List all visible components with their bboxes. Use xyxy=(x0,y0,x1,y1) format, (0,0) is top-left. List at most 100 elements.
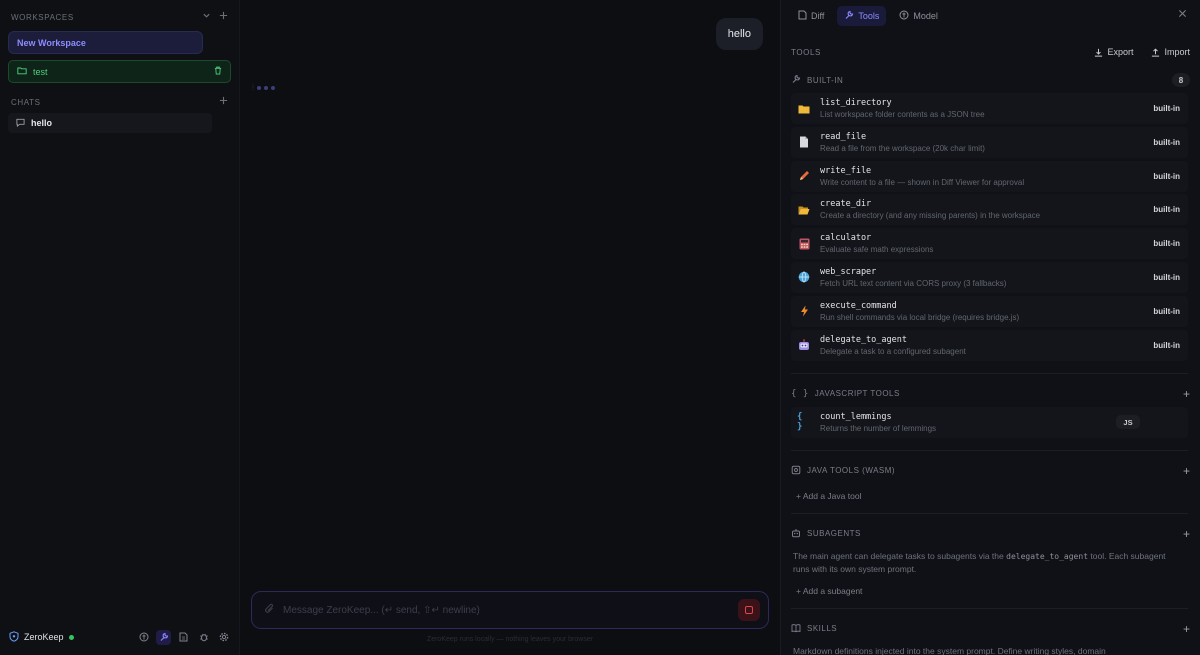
tool-type-badge: built-in xyxy=(1153,239,1180,249)
download-icon xyxy=(1094,48,1103,57)
tool-description: List workspace folder contents as a JSON… xyxy=(820,110,985,119)
disclaimer: ZeroKeep runs locally — nothing leaves y… xyxy=(426,636,594,643)
tool-description: Read a file from the workspace (20k char… xyxy=(820,143,985,153)
close-icon[interactable] xyxy=(1178,9,1187,21)
tools-panel: Diff Tools Model TOOLS Export Import BUI… xyxy=(780,0,1200,655)
tab-label: Tools xyxy=(858,11,880,21)
tab-tools[interactable]: Tools xyxy=(837,6,887,26)
trash-icon[interactable] xyxy=(214,66,222,77)
skills-description: Markdown definitions injected into the s… xyxy=(793,645,1106,655)
tool-row-web-scraper[interactable]: web_scraper Fetch URL text content via C… xyxy=(791,261,1188,293)
chat-bubble-icon xyxy=(16,118,25,129)
js-tools-group-header: { } JAVASCRIPT TOOLS + xyxy=(781,386,1200,402)
skills-label: SKILLS xyxy=(807,624,838,634)
bug-icon[interactable] xyxy=(196,630,211,645)
workspace-item[interactable]: test xyxy=(8,60,231,83)
divider xyxy=(791,372,1188,374)
tool-type-badge: built-in xyxy=(1153,205,1180,215)
tool-row-count-lemmings[interactable]: { } count_lemmings Returns the number of… xyxy=(791,406,1188,438)
tab-model[interactable]: Model xyxy=(892,6,945,26)
add-chat-icon[interactable] xyxy=(219,96,228,108)
tool-description: Fetch URL text content via CORS proxy (3… xyxy=(820,278,1007,288)
chevron-down-icon[interactable] xyxy=(202,11,211,23)
robot-icon xyxy=(797,338,811,352)
stop-button[interactable] xyxy=(738,599,760,621)
tab-diff[interactable]: Diff xyxy=(791,6,831,26)
tool-type-badge: JS xyxy=(1116,415,1140,430)
tool-description: Run shell commands via local bridge (req… xyxy=(820,312,1020,322)
new-workspace-button[interactable]: New Workspace xyxy=(8,31,203,54)
tool-description: Delegate a task to a configured subagent xyxy=(820,346,966,356)
subagents-desc-text: The main agent can delegate tasks to sub… xyxy=(793,550,1004,561)
robot-icon xyxy=(791,528,801,540)
divider xyxy=(791,449,1188,451)
footer-toolbar xyxy=(136,629,231,645)
wrench-icon[interactable] xyxy=(156,629,171,645)
folder-icon xyxy=(17,66,27,77)
builtin-count-badge: 8 xyxy=(1172,73,1190,87)
tool-type-badge: built-in xyxy=(1153,104,1180,113)
export-label: Export xyxy=(1107,47,1134,57)
tool-name: list_directory xyxy=(820,98,892,108)
tool-row-read-file[interactable]: read_file Read a file from the workspace… xyxy=(791,126,1188,158)
js-tools-label: JAVASCRIPT TOOLS xyxy=(814,389,900,399)
add-workspace-icon[interactable] xyxy=(219,11,228,23)
gear-icon[interactable] xyxy=(216,630,231,645)
add-js-tool-icon[interactable]: + xyxy=(1183,387,1190,401)
paperclip-icon[interactable] xyxy=(264,603,275,618)
tool-name: delegate_to_agent xyxy=(820,334,907,345)
typing-dot xyxy=(270,86,275,90)
tool-description: Create a directory (and any missing pare… xyxy=(820,211,1041,221)
message-input[interactable] xyxy=(283,604,730,616)
cpu-icon[interactable] xyxy=(136,630,151,645)
add-skill-icon[interactable]: + xyxy=(1183,622,1190,636)
add-java-tool-link[interactable]: + Add a Java tool xyxy=(781,491,1200,501)
tool-name: write_file xyxy=(820,165,872,176)
status-dot xyxy=(68,634,74,640)
tool-name: read_file xyxy=(820,131,867,142)
skills-group-header: SKILLS + xyxy=(781,621,1200,637)
import-button[interactable]: Import xyxy=(1151,47,1190,57)
file-diff-icon xyxy=(798,10,807,22)
wrench-icon xyxy=(844,10,854,22)
subagents-label: SUBAGENTS xyxy=(807,529,861,539)
tab-label: Diff xyxy=(811,11,825,21)
app-root: WORKSPACES New Workspace test CHATS hell… xyxy=(0,0,1200,655)
tool-name: calculator xyxy=(820,233,872,244)
divider xyxy=(791,512,1188,514)
wrench-icon xyxy=(791,74,801,86)
message-composer xyxy=(251,591,769,629)
tool-row-write-file[interactable]: write_file Write content to a file — sho… xyxy=(791,160,1188,192)
tool-row-list-directory[interactable]: list_directory List workspace folder con… xyxy=(791,93,1188,124)
chat-item-label: hello xyxy=(31,118,53,128)
tool-name: create_dir xyxy=(820,199,872,210)
tool-type-badge: built-in xyxy=(1153,340,1180,350)
subagents-group-header: SUBAGENTS + xyxy=(781,526,1200,542)
tool-row-calculator[interactable]: calculator Evaluate safe math expression… xyxy=(791,228,1188,260)
add-subagent-link[interactable]: + Add a subagent xyxy=(781,586,1200,596)
workspaces-label: WORKSPACES xyxy=(11,12,74,22)
tool-row-delegate-to-agent[interactable]: delegate_to_agent Delegate a task to a c… xyxy=(791,329,1188,361)
divider xyxy=(791,607,1188,609)
typing-indicator: ⦙ xyxy=(252,83,275,93)
workspaces-header: WORKSPACES xyxy=(0,9,239,25)
braces-icon: { } xyxy=(797,412,803,433)
add-java-tool-icon[interactable]: + xyxy=(1183,464,1190,478)
tool-name: execute_command xyxy=(820,300,897,311)
java-tools-group-header: JAVA TOOLS (WASM) + xyxy=(781,463,1200,479)
export-button[interactable]: Export xyxy=(1094,47,1133,57)
builtin-label: BUILT-IN xyxy=(807,75,844,85)
user-message-bubble: hello xyxy=(715,18,763,50)
add-subagent-icon[interactable]: + xyxy=(1183,527,1190,541)
file-diff-icon[interactable] xyxy=(176,630,191,645)
panel-tabs: Diff Tools Model xyxy=(781,0,1200,32)
workspace-item-label: test xyxy=(33,66,48,77)
braces-icon: { } xyxy=(791,388,809,399)
tool-row-execute-command[interactable]: execute_command Run shell commands via l… xyxy=(791,295,1188,327)
tool-name: count_lemmings xyxy=(820,411,892,422)
chat-item[interactable]: hello xyxy=(8,113,212,133)
tool-row-create-dir[interactable]: create_dir Create a directory (and any m… xyxy=(791,194,1188,226)
shield-icon xyxy=(9,630,19,644)
tool-type-badge: built-in xyxy=(1153,171,1180,181)
calculator-icon xyxy=(797,237,811,251)
